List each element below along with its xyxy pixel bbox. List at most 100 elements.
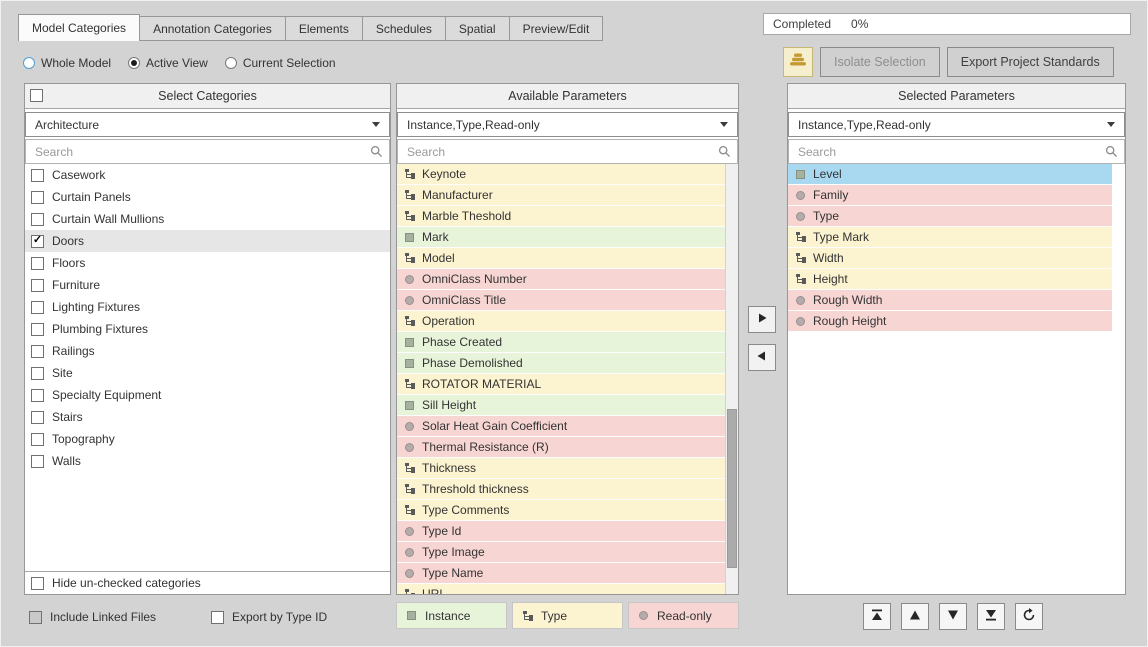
parameter-row[interactable]: Solar Heat Gain Coefficient — [397, 416, 725, 437]
categories-panel-title: Select Categories — [158, 89, 257, 103]
parameter-row[interactable]: OmniClass Number — [397, 269, 725, 290]
category-checkbox[interactable] — [31, 344, 44, 358]
parameter-row[interactable]: URL — [397, 584, 725, 594]
category-row[interactable]: Floors — [25, 252, 390, 274]
move-up-button[interactable] — [901, 603, 929, 630]
selected-search-input[interactable] — [788, 139, 1125, 164]
move-down-button[interactable] — [939, 603, 967, 630]
parameter-row[interactable]: Model — [397, 248, 725, 269]
parameter-row[interactable]: Type Mark — [788, 227, 1112, 248]
export-by-type-id-option[interactable]: Export by Type ID — [211, 610, 327, 624]
available-list-scrollbar[interactable] — [725, 164, 738, 594]
parameter-row[interactable]: ROTATOR MATERIAL — [397, 374, 725, 395]
move-to-top-button[interactable] — [863, 603, 891, 630]
include-linked-files-checkbox[interactable] — [29, 610, 42, 624]
parameter-label: Type Id — [422, 524, 462, 538]
category-checkbox[interactable] — [31, 366, 44, 380]
parameter-row[interactable]: Threshold thickness — [397, 479, 725, 500]
tab[interactable]: Elements — [284, 16, 363, 41]
category-row[interactable]: Topography — [25, 428, 390, 450]
add-parameter-button[interactable] — [748, 306, 776, 333]
select-all-categories-checkbox[interactable] — [30, 89, 43, 102]
category-row[interactable]: Curtain Wall Mullions — [25, 208, 390, 230]
discipline-dropdown[interactable]: Architecture — [25, 112, 390, 137]
category-checkbox[interactable] — [31, 410, 44, 424]
parameter-row[interactable]: Thickness — [397, 458, 725, 479]
export-project-standards-button[interactable]: Export Project Standards — [946, 47, 1114, 77]
tab[interactable]: Model Categories — [18, 14, 141, 41]
category-checkbox[interactable] — [31, 300, 44, 314]
refresh-order-button[interactable] — [1015, 603, 1043, 630]
parameter-row[interactable]: Type Id — [397, 521, 725, 542]
parameter-row[interactable]: Phase Created — [397, 332, 725, 353]
tab[interactable]: Spatial — [444, 16, 510, 41]
category-row[interactable]: Site — [25, 362, 390, 384]
tab[interactable]: Annotation Categories — [139, 16, 286, 41]
parameter-label: Type Name — [422, 566, 484, 580]
category-row[interactable]: Railings — [25, 340, 390, 362]
parameter-row[interactable]: Type Name — [397, 563, 725, 584]
parameter-row[interactable]: OmniClass Title — [397, 290, 725, 311]
category-checkbox[interactable] — [31, 168, 44, 182]
parameter-row[interactable]: Type — [788, 206, 1112, 227]
category-row[interactable]: Casework — [25, 164, 390, 186]
parameter-row[interactable]: Height — [788, 269, 1112, 290]
scrollbar-thumb[interactable] — [727, 409, 737, 569]
parameter-label: Type Mark — [813, 230, 870, 244]
available-filter-dropdown[interactable]: Instance,Type,Read-only — [397, 112, 738, 137]
parameter-row[interactable]: Level — [788, 164, 1112, 185]
category-row[interactable]: Stairs — [25, 406, 390, 428]
scope-radio-option[interactable]: Current Selection — [224, 56, 336, 70]
categories-search-input[interactable] — [25, 139, 390, 164]
category-checkbox[interactable] — [31, 190, 44, 204]
remove-parameter-button[interactable] — [748, 344, 776, 371]
category-row[interactable]: Walls — [25, 450, 390, 472]
category-checkbox[interactable] — [31, 388, 44, 402]
parameter-row[interactable]: Type Image — [397, 542, 725, 563]
scope-radio-option[interactable]: Whole Model — [23, 56, 111, 70]
available-search-input[interactable] — [397, 139, 738, 164]
category-checkbox[interactable] — [31, 256, 44, 270]
parameter-row[interactable]: Rough Height — [788, 311, 1112, 332]
hide-unchecked-checkbox[interactable] — [31, 576, 44, 590]
category-checkbox[interactable] — [31, 212, 44, 226]
category-checkbox[interactable] — [31, 322, 44, 336]
available-parameters-list: Keynote Manufacturer Marble Theshold Mar… — [397, 164, 725, 594]
category-row[interactable]: Curtain Panels — [25, 186, 390, 208]
parameter-row[interactable]: Rough Width — [788, 290, 1112, 311]
parameter-row[interactable]: Thermal Resistance (R) — [397, 437, 725, 458]
parameter-row[interactable]: Width — [788, 248, 1112, 269]
parameter-row[interactable]: Mark — [397, 227, 725, 248]
category-checkbox[interactable] — [31, 234, 44, 248]
category-label: Furniture — [52, 278, 101, 292]
parameter-row[interactable]: Manufacturer — [397, 185, 725, 206]
parameter-row[interactable]: Marble Theshold — [397, 206, 725, 227]
scope-radio-option[interactable]: Active View — [128, 56, 208, 70]
include-linked-files-option[interactable]: Include Linked Files — [29, 610, 156, 624]
category-checkbox[interactable] — [31, 278, 44, 292]
category-row[interactable]: Furniture — [25, 274, 390, 296]
parameter-row[interactable]: Family — [788, 185, 1112, 206]
radio-label: Whole Model — [41, 55, 112, 70]
export-by-type-id-checkbox[interactable] — [211, 610, 224, 624]
app-logo-button[interactable] — [783, 47, 813, 77]
category-checkbox[interactable] — [31, 454, 44, 468]
tab[interactable]: Schedules — [361, 16, 446, 41]
category-row[interactable]: Lighting Fixtures — [25, 296, 390, 318]
category-row[interactable]: Specialty Equipment — [25, 384, 390, 406]
readonly-parameter-icon — [404, 295, 415, 306]
move-to-bottom-button[interactable] — [977, 603, 1005, 630]
category-row[interactable]: Doors — [25, 230, 390, 252]
tab[interactable]: Preview/Edit — [508, 16, 604, 41]
parameter-label: Phase Created — [422, 335, 503, 349]
isolate-selection-button[interactable]: Isolate Selection — [820, 47, 940, 77]
parameter-row[interactable]: Keynote — [397, 164, 725, 185]
category-checkbox[interactable] — [31, 432, 44, 446]
selected-filter-dropdown[interactable]: Instance,Type,Read-only — [788, 112, 1125, 137]
parameter-row[interactable]: Phase Demolished — [397, 353, 725, 374]
parameter-label: Height — [813, 272, 848, 286]
parameter-row[interactable]: Operation — [397, 311, 725, 332]
parameter-row[interactable]: Type Comments — [397, 500, 725, 521]
category-row[interactable]: Plumbing Fixtures — [25, 318, 390, 340]
parameter-row[interactable]: Sill Height — [397, 395, 725, 416]
